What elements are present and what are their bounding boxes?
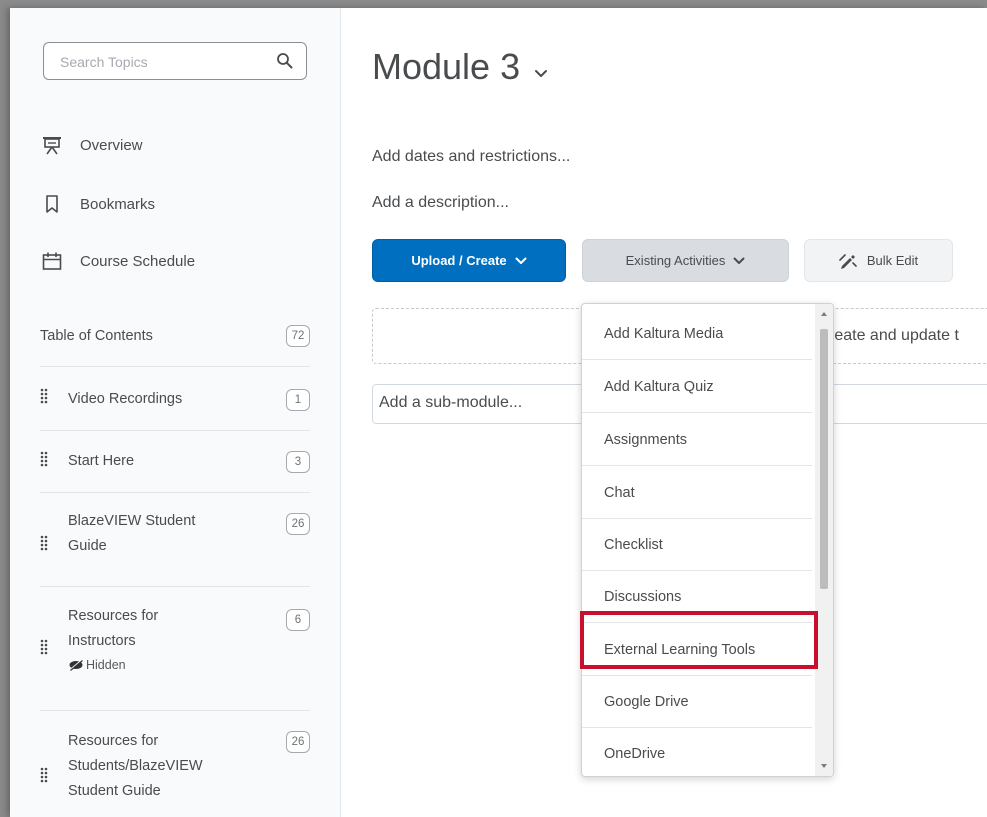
hidden-eye-icon [69, 659, 83, 671]
search-box [43, 42, 307, 80]
menu-item-label: Add Kaltura Quiz [604, 378, 714, 395]
module-title-line: Students/BlazeVIEW [68, 758, 203, 774]
toc-label: Table of Contents [40, 328, 153, 344]
menu-item-discussions[interactable]: Discussions [582, 571, 812, 623]
upload-create-label: Upload / Create [411, 253, 507, 268]
drag-handle-icon[interactable] [40, 388, 48, 404]
add-dates-link[interactable]: Add dates and restrictions... [372, 148, 570, 166]
module-title: Start Here [68, 449, 134, 474]
menu-item-chat[interactable]: Chat [582, 467, 812, 519]
module-count-badge: 26 [286, 731, 310, 753]
nav-overview-label: Overview [80, 136, 143, 154]
bulk-edit-label: Bulk Edit [866, 253, 919, 268]
toc-count-badge: 72 [286, 325, 310, 347]
menu-item-checklist[interactable]: Checklist [582, 519, 812, 571]
calendar-icon [42, 251, 62, 271]
add-submodule-placeholder: Add a sub-module... [379, 394, 523, 411]
module-title-line: Student Guide [68, 783, 161, 799]
module-count-badge: 1 [286, 389, 310, 411]
menu-item-onedrive[interactable]: OneDrive [582, 728, 812, 776]
chevron-down-icon[interactable] [534, 69, 548, 78]
menu-item-add-kaltura-media[interactable]: Add Kaltura Media [582, 308, 812, 360]
module-title: Video Recordings [68, 387, 182, 412]
menu-item-label: Checklist [604, 536, 663, 553]
module-title-line: Resources for [68, 608, 159, 624]
nav-course-schedule[interactable]: Course Schedule [42, 246, 195, 276]
presentation-icon [42, 135, 62, 155]
module-title-line: Instructors [68, 633, 136, 649]
module-title: Resources for Students/BlazeVIEW Student… [68, 729, 203, 804]
existing-activities-menu: Add Kaltura Media Add Kaltura Quiz Assig… [581, 303, 834, 777]
toc-module-blazeview-student-guide[interactable]: BlazeVIEW Student Guide 26 [40, 493, 310, 585]
page-title-text: Module 3 [372, 46, 521, 87]
menu-scrollbar[interactable] [815, 304, 833, 776]
menu-item-label: Discussions [604, 588, 682, 605]
scroll-down-icon[interactable] [820, 762, 828, 770]
page-title[interactable]: Module 3 [372, 46, 548, 88]
module-count-badge: 6 [286, 609, 310, 631]
module-count-badge: 26 [286, 513, 310, 535]
divider [40, 366, 310, 367]
toc-module-resources-for-students[interactable]: Resources for Students/BlazeVIEW Student… [40, 711, 310, 817]
menu-scroll-thumb[interactable] [820, 329, 828, 589]
module-title-line: Video Recordings [68, 391, 183, 407]
module-title-line: BlazeVIEW Student [68, 513, 196, 529]
module-count-badge: 3 [286, 451, 310, 473]
sidebar: Overview Bookmarks Course Schedule [10, 8, 341, 817]
nav-course-schedule-label: Course Schedule [80, 252, 196, 270]
scroll-up-icon[interactable] [820, 310, 828, 318]
existing-activities-label: Existing Activities [625, 253, 726, 268]
nav-bookmarks[interactable]: Bookmarks [42, 189, 155, 219]
hidden-status: Hidden [68, 654, 158, 676]
menu-item-google-drive[interactable]: Google Drive [582, 676, 812, 728]
drag-handle-icon[interactable] [40, 451, 48, 467]
table-of-contents[interactable]: Table of Contents 72 [40, 321, 310, 351]
module-title-line: Start Here [68, 453, 135, 469]
menu-item-label: Assignments [604, 431, 688, 448]
bookmark-icon [42, 194, 62, 214]
drag-handle-icon[interactable] [40, 535, 48, 551]
menu-item-external-learning-tools[interactable]: External Learning Tools [582, 624, 812, 676]
menu-item-label: Add Kaltura Media [604, 325, 724, 342]
upload-create-button[interactable]: Upload / Create [372, 239, 566, 282]
nav-overview[interactable]: Overview [42, 130, 143, 160]
toc-module-resources-for-instructors[interactable]: Resources for Instructors Hidden 6 [40, 587, 310, 709]
menu-item-label: External Learning Tools [604, 641, 756, 658]
menu-item-assignments[interactable]: Assignments [582, 414, 812, 466]
toc-module-start-here[interactable]: Start Here 3 [40, 431, 310, 491]
nav-bookmarks-label: Bookmarks [80, 195, 156, 213]
drag-handle-icon[interactable] [40, 767, 48, 783]
bulk-edit-button[interactable]: Bulk Edit [804, 239, 953, 282]
chevron-down-icon [733, 257, 745, 264]
search-icon[interactable] [276, 52, 294, 70]
add-description-link[interactable]: Add a description... [372, 194, 509, 212]
menu-item-label: OneDrive [604, 745, 666, 762]
bulk-edit-icon [839, 253, 857, 269]
app-frame: Overview Bookmarks Course Schedule [10, 8, 987, 817]
existing-activities-button[interactable]: Existing Activities [582, 239, 789, 282]
module-title-line: Guide [68, 538, 107, 554]
hidden-label: Hidden [86, 658, 126, 672]
module-title: Resources for Instructors Hidden [68, 604, 158, 676]
chevron-down-icon [515, 257, 527, 264]
menu-item-label: Chat [604, 484, 635, 501]
drag-handle-icon[interactable] [40, 639, 48, 655]
menu-item-label: Google Drive [604, 693, 689, 710]
module-title-line: Resources for [68, 733, 159, 749]
module-title: BlazeVIEW Student Guide [68, 509, 195, 559]
dropzone-text: reate and update t [829, 327, 959, 344]
search-input[interactable] [58, 51, 262, 73]
toc-module-video-recordings[interactable]: Video Recordings 1 [40, 370, 310, 430]
menu-item-add-kaltura-quiz[interactable]: Add Kaltura Quiz [582, 361, 812, 413]
